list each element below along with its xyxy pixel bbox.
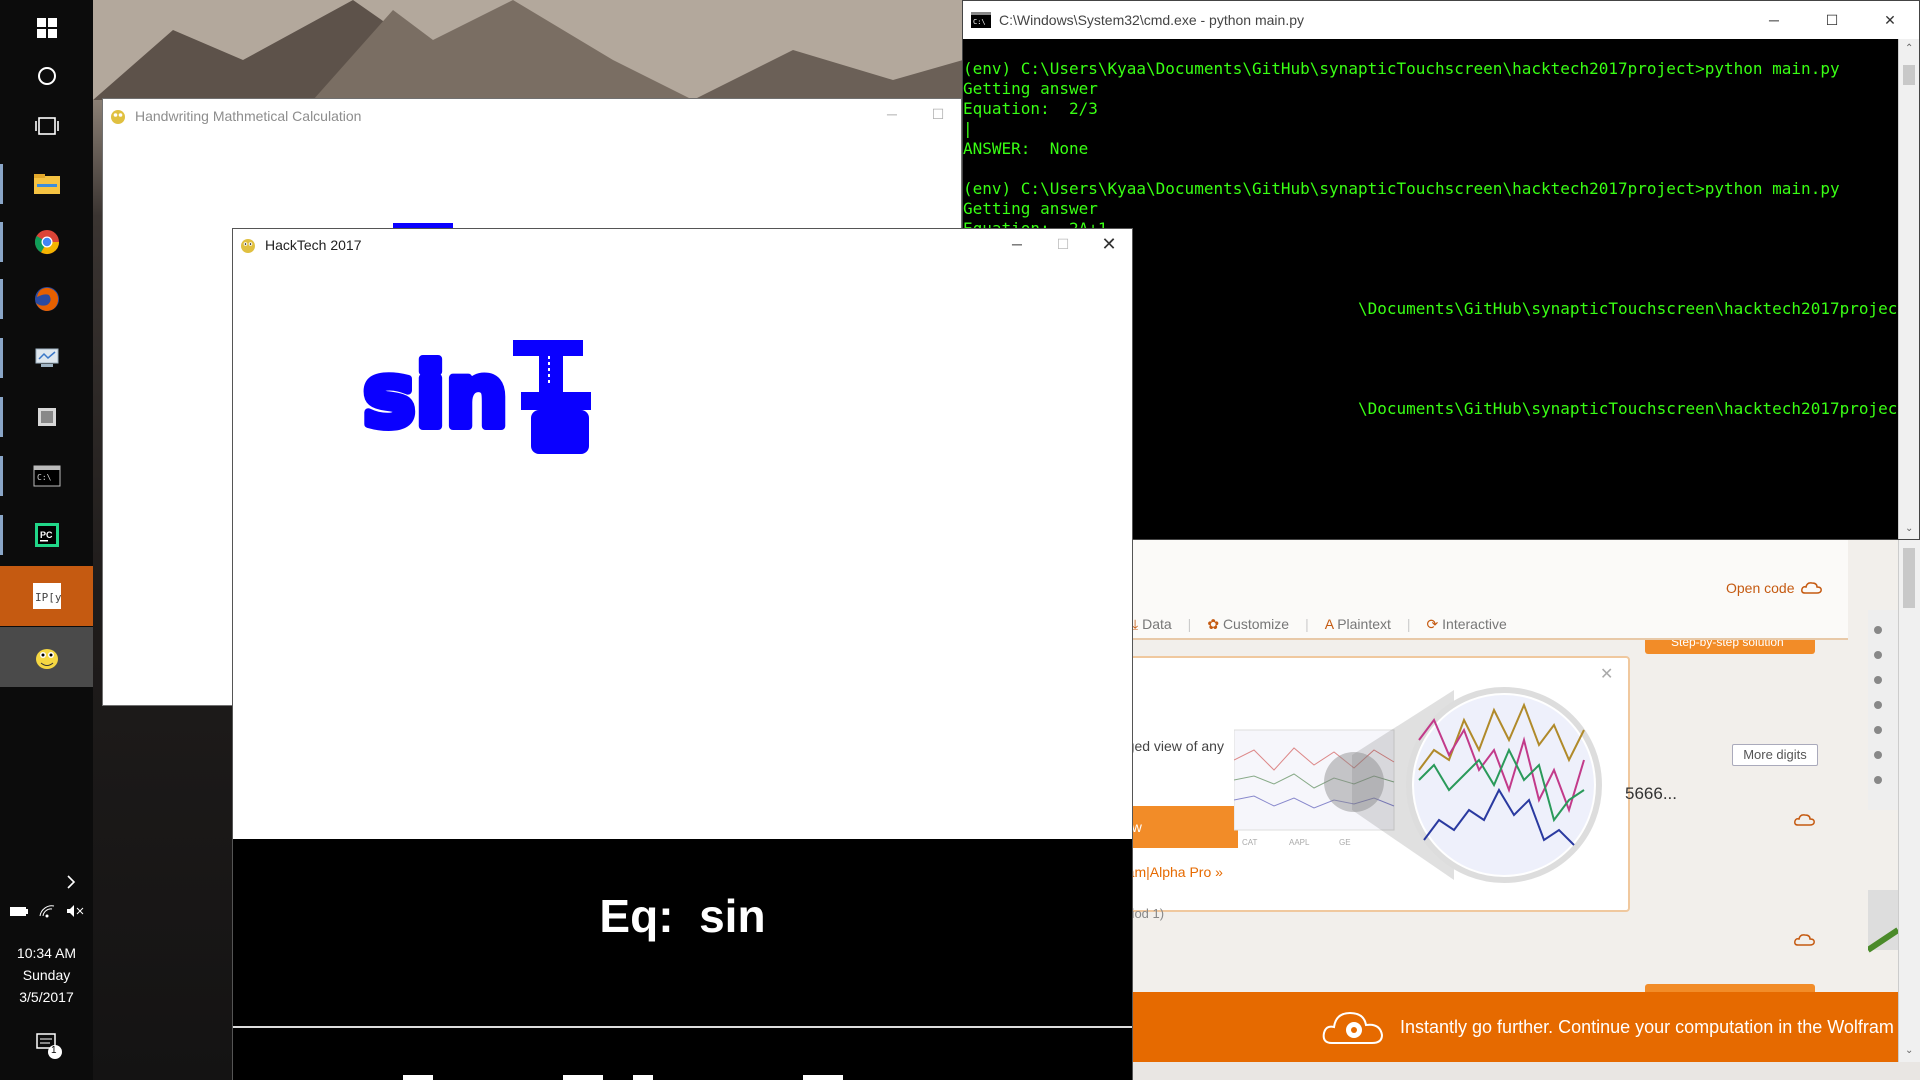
data-button[interactable]: ⤓ Data [1132,616,1172,633]
vertical-scrollbar[interactable]: ⌄ [1898,540,1920,1062]
step-button-2[interactable] [1645,984,1815,992]
customize-button[interactable]: ✿ Customize [1207,616,1289,633]
terminal-line: (env) C:\Users\Kyaa\Documents\GitHub\syn… [963,59,1840,78]
close-button[interactable]: ✕ [1861,1,1919,39]
cmd-scrollbar[interactable]: ⌃ ⌄ [1898,39,1919,539]
pycharm-icon[interactable]: PC [0,507,93,563]
open-code-link[interactable]: Open code [1726,580,1823,596]
notification-count: 1 [51,1045,57,1056]
equation-display: Eq: sin [233,889,1132,943]
hacktech-titlebar[interactable]: HackTech 2017 ─ ☐ ✕ [233,229,1132,261]
chart-magnifier-illustration: CAT AAPL GE [1234,687,1602,883]
wifi-icon[interactable] [38,904,56,921]
interactive-icon: ⟳ [1426,616,1439,632]
equation-label: Eq: [599,890,674,942]
pygame-icon[interactable] [0,627,93,687]
terminal-line: Getting answer [963,79,1098,98]
gear-cloud-icon [1322,1011,1384,1044]
svg-text:PC: PC [40,530,53,540]
wolfram-alpha-page: Open code ⤓ Data | ✿ Customize | A Plain… [1120,540,1920,1080]
promo-button[interactable]: ow [1122,806,1238,848]
app-icon[interactable] [0,389,93,445]
pro-promo-popup: ✕ rged view of any ow ram|Alpha Pro » CA… [1120,656,1630,912]
handwriting-title: Handwriting Mathmetical Calculation [135,108,362,124]
banner-text: Instantly go further. Continue your comp… [1400,1016,1894,1037]
clock-date[interactable]: 3/5/2017 [0,989,93,1005]
show-hidden-icons-icon[interactable] [0,872,93,895]
cmd-window-icon: C:\ [971,12,991,28]
terminal-line: (env) C:\Users\Kyaa\Documents\GitHub\syn… [963,179,1840,198]
maximize-button[interactable]: ☐ [915,99,961,129]
terminal-line: Getting answer [963,199,1098,218]
cloud-save-icon-2[interactable] [1794,932,1818,948]
clock-time[interactable]: 10:34 AM [0,945,93,961]
maximize-button[interactable]: ☐ [1040,229,1086,259]
taskbar: C:\ PC IP[y]: 10:34 AM Sunday 3/5/2017 1 [0,0,93,1080]
equation-value: sin [699,890,766,942]
cmd-title: C:\Windows\System32\cmd.exe - python mai… [999,12,1305,28]
legend-aapl: AAPL [1289,838,1310,847]
terminal-line: | [963,119,973,138]
pygame-window-icon [111,110,125,124]
svg-text:C:\: C:\ [37,473,52,482]
svg-text:C:\: C:\ [973,18,986,26]
decimal-value: 5666... [1625,784,1677,803]
cmd-icon[interactable]: C:\ [0,448,93,504]
cloud-upload-icon [1800,582,1822,594]
horizontal-scrollbar[interactable] [1120,1062,1920,1080]
terminal-line: Equation: 2/3 [963,99,1098,118]
system-tray [0,904,93,921]
plaintext-button[interactable]: A Plaintext [1325,616,1391,633]
task-view-icon[interactable] [0,98,93,154]
text-icon: A [1324,616,1334,632]
legend-ge: GE [1339,838,1351,847]
wallpaper-mountain [93,0,963,100]
more-digits-button[interactable]: More digits [1732,744,1818,766]
notebook-edge-decoration [1868,610,1898,953]
cmd-titlebar[interactable]: C:\ C:\Windows\System32\cmd.exe - python… [963,1,1919,39]
terminal-line: ANSWER: None [963,139,1089,158]
palette-icon: ✿ [1207,616,1220,632]
handwriting-titlebar[interactable]: Handwriting Mathmetical Calculation ─ ☐ [103,99,961,133]
promo-text: rged view of any [1122,738,1224,754]
ipython-icon[interactable]: IP[y]: [0,566,93,626]
drawing-canvas[interactable]: sin [233,261,1132,867]
svg-text:IP[y]:: IP[y]: [35,591,62,604]
result-divider [233,1026,1132,1028]
battery-icon[interactable] [9,904,29,921]
wolfram-pro-banner[interactable]: Instantly go further. Continue your comp… [1120,992,1920,1062]
volume-muted-icon[interactable] [65,904,85,921]
handwritten-ink: sin [363,340,591,454]
clock-day[interactable]: Sunday [0,967,93,983]
legend-cat: CAT [1242,838,1258,847]
answer-text-cropped [403,1075,843,1080]
step-by-step-button[interactable]: Step-by-step solution [1645,640,1815,654]
maximize-button[interactable]: ☐ [1803,1,1861,39]
chrome-icon[interactable] [0,214,93,270]
network-app-icon[interactable] [0,330,93,386]
pro-link[interactable]: ram|Alpha Pro » [1122,864,1223,880]
result-panel: Open code ⤓ Data | ✿ Customize | A Plain… [1120,540,1848,640]
cloud-save-icon[interactable] [1794,812,1818,828]
hacktech-title: HackTech 2017 [265,237,362,253]
result-area: Eq: sin [233,839,1132,1080]
close-button[interactable]: ✕ [1086,229,1132,259]
firefox-icon[interactable] [0,271,93,327]
cortana-icon[interactable] [0,48,93,104]
minimize-button[interactable]: ─ [869,99,915,129]
interactive-button[interactable]: ⟳ Interactive [1427,616,1507,633]
handwritten-sin: sin [363,344,508,447]
action-center-icon[interactable]: 1 [0,1030,93,1060]
minimize-button[interactable]: ─ [1745,1,1803,39]
minimize-button[interactable]: ─ [994,229,1040,259]
file-explorer-icon[interactable] [0,156,93,212]
pygame-window-icon [241,239,255,253]
hacktech-window: HackTech 2017 ─ ☐ ✕ sin Eq: sin [232,228,1133,1080]
